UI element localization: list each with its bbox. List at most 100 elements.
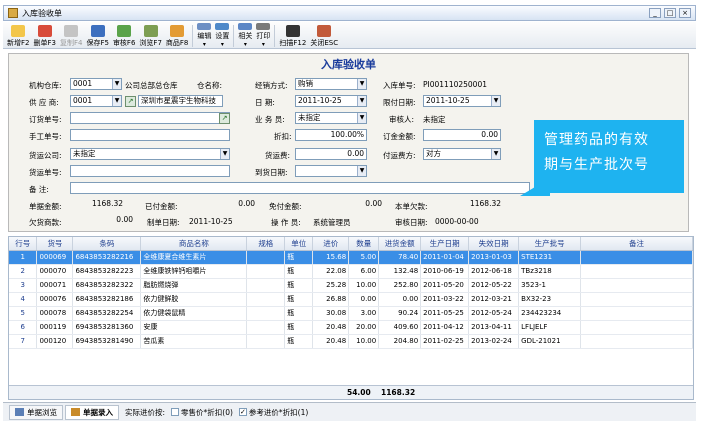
table-cell[interactable] (246, 292, 286, 307)
table-cell[interactable]: 2012-05-24 (468, 306, 520, 321)
table-cell[interactable]: 2011-05-25 (420, 306, 470, 321)
table-row[interactable]: 3 000071 6843853282322 脂肪燃烧弹 瓶 25.28 10.00 252.… (9, 278, 693, 293)
table-cell[interactable]: 20.00 (348, 320, 380, 335)
tab-entry[interactable]: 单据录入 (65, 404, 119, 420)
table-cell[interactable] (580, 250, 693, 265)
table-cell[interactable]: 409.60 (378, 320, 422, 335)
table-cell[interactable] (246, 320, 286, 335)
toolbar-button-2[interactable]: 复制F4 (60, 23, 82, 48)
table-row[interactable]: 6 000119 6943853281360 安康瓶 20.48 20.00 409.60 2… (9, 320, 693, 335)
table-cell[interactable]: 2011-03-22 (420, 292, 470, 307)
table-cell[interactable]: 5 (9, 306, 38, 321)
table-cell[interactable]: 90.24 (378, 306, 422, 321)
table-cell[interactable]: 6843853282322 (72, 278, 142, 293)
table-cell[interactable]: 2012-05-22 (468, 278, 520, 293)
close-icon[interactable]: × (679, 8, 691, 18)
table-cell[interactable]: 全维康铁锌钙咀嚼片 (140, 264, 248, 279)
table-cell[interactable]: 6843853282216 (72, 250, 142, 265)
table-cell[interactable]: 7 (9, 334, 38, 349)
column-header[interactable]: 备注 (580, 237, 693, 251)
order-picker-icon[interactable]: ↗ (219, 113, 230, 124)
table-cell[interactable] (246, 306, 286, 321)
salesman-select[interactable]: 未指定 ▼ (295, 112, 367, 124)
table-cell[interactable]: 000069 (36, 250, 74, 265)
supplier-picker-icon[interactable]: ↗ (125, 96, 136, 107)
column-header[interactable]: 失效日期 (468, 237, 520, 251)
table-cell[interactable] (580, 292, 693, 307)
toolbar-button-12[interactable]: 关闭ESC (310, 23, 338, 48)
table-cell[interactable]: 2012-06-18 (468, 264, 520, 279)
table-cell[interactable]: 瓶 (284, 250, 314, 265)
table-cell[interactable]: 6843853282254 (72, 306, 142, 321)
table-cell[interactable]: STE1231 (518, 250, 582, 265)
freight-payer-select[interactable]: 对方 ▼ (423, 148, 501, 160)
table-cell[interactable]: 000120 (36, 334, 74, 349)
maximize-icon[interactable]: □ (664, 8, 676, 18)
table-cell[interactable] (580, 334, 693, 349)
table-cell[interactable]: 6843853282223 (72, 264, 142, 279)
supplier-code-field[interactable]: 0001 ▼ (70, 95, 122, 107)
column-header[interactable]: 行号 (9, 237, 38, 251)
table-cell[interactable]: 3523-1 (518, 278, 582, 293)
freight-field[interactable]: 0.00 (295, 148, 367, 160)
table-cell[interactable]: 2011-04-12 (420, 320, 470, 335)
table-cell[interactable] (246, 264, 286, 279)
table-cell[interactable]: 15.68 (312, 250, 350, 265)
table-cell[interactable]: 全维康夏合维生素片 (140, 250, 248, 265)
tab-browse[interactable]: 单据浏览 (9, 404, 63, 420)
settle-select[interactable]: 购销 ▼ (295, 78, 367, 90)
table-cell[interactable]: 132.48 (378, 264, 422, 279)
table-cell[interactable] (246, 250, 286, 265)
table-cell[interactable]: 5.00 (348, 250, 380, 265)
table-cell[interactable]: 252.80 (378, 278, 422, 293)
table-cell[interactable] (580, 278, 693, 293)
table-cell[interactable] (580, 320, 693, 335)
table-cell[interactable]: 依力健鲜胶 (140, 292, 248, 307)
table-cell[interactable] (246, 334, 286, 349)
table-cell[interactable]: 脂肪燃烧弹 (140, 278, 248, 293)
supplier-name-field[interactable]: 深圳市星震宇生物科技 (138, 95, 223, 107)
column-header[interactable]: 单位 (284, 237, 314, 251)
table-cell[interactable]: 依力健袋鼠精 (140, 306, 248, 321)
table-cell[interactable] (246, 278, 286, 293)
table-cell[interactable]: 78.40 (378, 250, 422, 265)
toolbar-button-10[interactable]: 打印 ▾ (256, 23, 271, 48)
toolbar-button-3[interactable]: 保存F5 (86, 23, 109, 48)
table-cell[interactable]: 3 (9, 278, 38, 293)
table-cell[interactable] (580, 264, 693, 279)
table-row[interactable]: 1 000069 6843853282216 全维康夏合维生素片 瓶 15.68 5.00 7… (9, 250, 693, 265)
table-cell[interactable]: 1 (9, 250, 38, 265)
table-cell[interactable]: 瓶 (284, 334, 314, 349)
table-cell[interactable]: TBz3218 (518, 264, 582, 279)
table-cell[interactable]: 瓶 (284, 264, 314, 279)
table-cell[interactable]: 2013-04-11 (468, 320, 520, 335)
table-cell[interactable]: 000076 (36, 292, 74, 307)
shipping-no-field[interactable] (70, 165, 230, 177)
column-header[interactable]: 条码 (72, 237, 142, 251)
table-cell[interactable]: BX32-23 (518, 292, 582, 307)
table-cell[interactable]: 2011-05-20 (420, 278, 470, 293)
table-cell[interactable]: 2012-03-21 (468, 292, 520, 307)
table-row[interactable]: 2 000070 6843853282223 全维康铁锌钙咀嚼片 瓶 22.08 6.00 1… (9, 264, 693, 279)
table-cell[interactable]: 22.08 (312, 264, 350, 279)
table-cell[interactable]: 234423234 (518, 306, 582, 321)
toolbar-button-6[interactable]: 商品F8 (166, 23, 188, 48)
table-cell[interactable]: 6843853282186 (72, 292, 142, 307)
table-cell[interactable]: 26.88 (312, 292, 350, 307)
table-cell[interactable]: 0.00 (348, 292, 380, 307)
column-header[interactable]: 商品名称 (140, 237, 248, 251)
table-cell[interactable]: 4 (9, 292, 38, 307)
discount-field[interactable]: 100.00% (295, 129, 367, 141)
manual-no-field[interactable] (70, 129, 230, 141)
table-cell[interactable]: 10.00 (348, 334, 380, 349)
table-cell[interactable]: 20.48 (312, 320, 350, 335)
retail-price-checkbox[interactable] (171, 408, 180, 416)
column-header[interactable]: 生产日期 (420, 237, 470, 251)
column-header[interactable]: 规格 (246, 237, 286, 251)
table-cell[interactable]: 000071 (36, 278, 74, 293)
column-header[interactable]: 进价 (312, 237, 350, 251)
table-cell[interactable]: 6.00 (348, 264, 380, 279)
table-cell[interactable]: 20.48 (312, 334, 350, 349)
table-cell[interactable]: 安康 (140, 320, 248, 335)
institution-code-field[interactable]: 0001 ▼ (70, 78, 122, 90)
